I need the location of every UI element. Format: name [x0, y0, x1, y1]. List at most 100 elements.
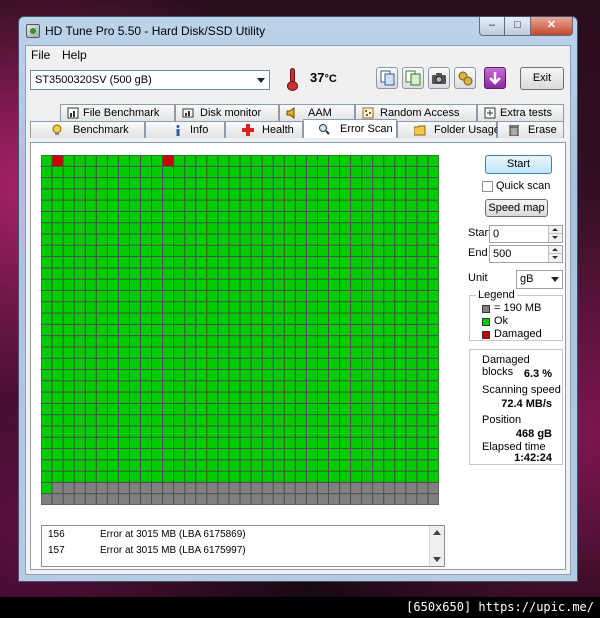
scan-block	[185, 200, 196, 211]
speed-map-button[interactable]: Speed map	[485, 199, 548, 217]
scan-block	[185, 392, 196, 403]
drive-select[interactable]: ST3500320SV (500 gB)	[30, 70, 270, 90]
scan-block	[85, 189, 96, 200]
tab-health[interactable]: Health	[225, 121, 303, 138]
quick-scan-checkbox[interactable]	[482, 181, 493, 192]
scan-block	[284, 358, 295, 370]
scan-block	[428, 471, 439, 482]
save-button[interactable]	[484, 67, 506, 89]
scan-block	[74, 449, 85, 460]
scan-block	[395, 336, 406, 347]
scan-block	[207, 290, 218, 302]
scan-block	[306, 460, 317, 471]
unit-select[interactable]: gB	[516, 270, 563, 289]
end-spinner[interactable]: 500	[489, 245, 563, 263]
tab-extra-tests[interactable]: Extra tests	[477, 104, 564, 121]
scan-block	[129, 381, 140, 392]
scan-block	[196, 494, 207, 505]
scan-block	[406, 166, 417, 178]
scan-block	[63, 381, 74, 392]
minimize-button[interactable]: –	[479, 17, 505, 36]
tab-info[interactable]: Info	[145, 121, 225, 138]
scan-block	[196, 155, 207, 166]
start-button[interactable]: Start	[485, 155, 552, 174]
tab-disk-monitor[interactable]: Disk monitor	[175, 104, 279, 121]
scan-block	[295, 200, 306, 211]
scan-block	[273, 245, 284, 257]
scan-block	[41, 482, 52, 494]
scan-block	[96, 245, 107, 257]
scan-block	[373, 494, 384, 505]
scan-block	[351, 460, 362, 471]
scan-block	[85, 403, 96, 415]
scan-block	[41, 189, 52, 200]
copy-all-button[interactable]	[402, 67, 424, 89]
scan-block	[96, 358, 107, 370]
spin-down-icon[interactable]	[548, 233, 562, 242]
maximize-button[interactable]: □	[505, 17, 531, 36]
scan-block	[74, 437, 85, 449]
scroll-up-icon[interactable]	[433, 530, 441, 535]
tab-folder-usage[interactable]: Folder Usage	[397, 121, 500, 138]
scan-block	[207, 313, 218, 324]
title-bar[interactable]: HD Tune Pro 5.50 - Hard Disk/SSD Utility…	[19, 17, 577, 45]
scan-block	[406, 257, 417, 268]
scan-block	[317, 392, 328, 403]
scan-block	[362, 471, 373, 482]
scan-statistics: Damaged blocks 6.3 % Scanning speed 72.4…	[469, 349, 563, 465]
scan-block	[351, 449, 362, 460]
scan-block	[52, 449, 63, 460]
scan-block	[52, 211, 63, 223]
scan-block	[362, 234, 373, 245]
screenshot-button[interactable]	[428, 67, 450, 89]
tab-file-benchmark[interactable]: File Benchmark	[60, 104, 175, 121]
copy-info-button[interactable]	[376, 67, 398, 89]
random-access-icon	[362, 107, 374, 119]
scan-block	[196, 234, 207, 245]
folder-icon	[414, 125, 426, 136]
end-value: 500	[493, 248, 512, 260]
watermark-strip: [650x650] https://upic.me/	[0, 597, 600, 618]
scan-block	[52, 426, 63, 437]
options-button[interactable]	[454, 67, 476, 89]
speaker-icon	[286, 107, 295, 119]
scan-block	[284, 189, 295, 200]
error-log-list[interactable]: 156 Error at 3015 MB (LBA 6175869) 157 E…	[41, 525, 445, 567]
scan-block	[63, 155, 74, 166]
scan-block	[373, 449, 384, 460]
scan-block	[328, 392, 339, 403]
scroll-down-icon[interactable]	[433, 557, 441, 562]
exit-button[interactable]: Exit	[520, 67, 564, 90]
scan-block	[141, 392, 152, 403]
tab-error-scan[interactable]: Error Scan	[303, 119, 397, 138]
scan-block	[417, 302, 428, 313]
scan-block	[174, 336, 185, 347]
tab-benchmark[interactable]: Benchmark	[30, 121, 145, 138]
spin-down-icon[interactable]	[548, 253, 562, 262]
scan-block	[384, 449, 395, 460]
scan-block	[373, 415, 384, 426]
scan-block	[63, 358, 74, 370]
scan-block	[63, 392, 74, 403]
menu-file[interactable]: File	[31, 48, 50, 62]
scan-block	[196, 381, 207, 392]
scan-block	[118, 313, 129, 324]
start-spinner[interactable]: 0	[489, 225, 563, 243]
scan-block	[74, 415, 85, 426]
scan-block	[351, 370, 362, 381]
log-scrollbar[interactable]	[429, 526, 444, 566]
scan-block	[273, 189, 284, 200]
scan-block	[340, 460, 351, 471]
swatch-ok	[482, 318, 490, 326]
tab-erase[interactable]: Erase	[497, 121, 564, 138]
scan-block	[306, 279, 317, 290]
close-button[interactable]: ✕	[531, 17, 573, 36]
scan-block	[118, 460, 129, 471]
menu-help[interactable]: Help	[62, 48, 87, 62]
scan-block	[129, 358, 140, 370]
scan-block	[185, 336, 196, 347]
scan-block	[417, 482, 428, 494]
scan-block	[63, 494, 74, 505]
scan-block	[207, 426, 218, 437]
scan-block	[163, 245, 174, 257]
